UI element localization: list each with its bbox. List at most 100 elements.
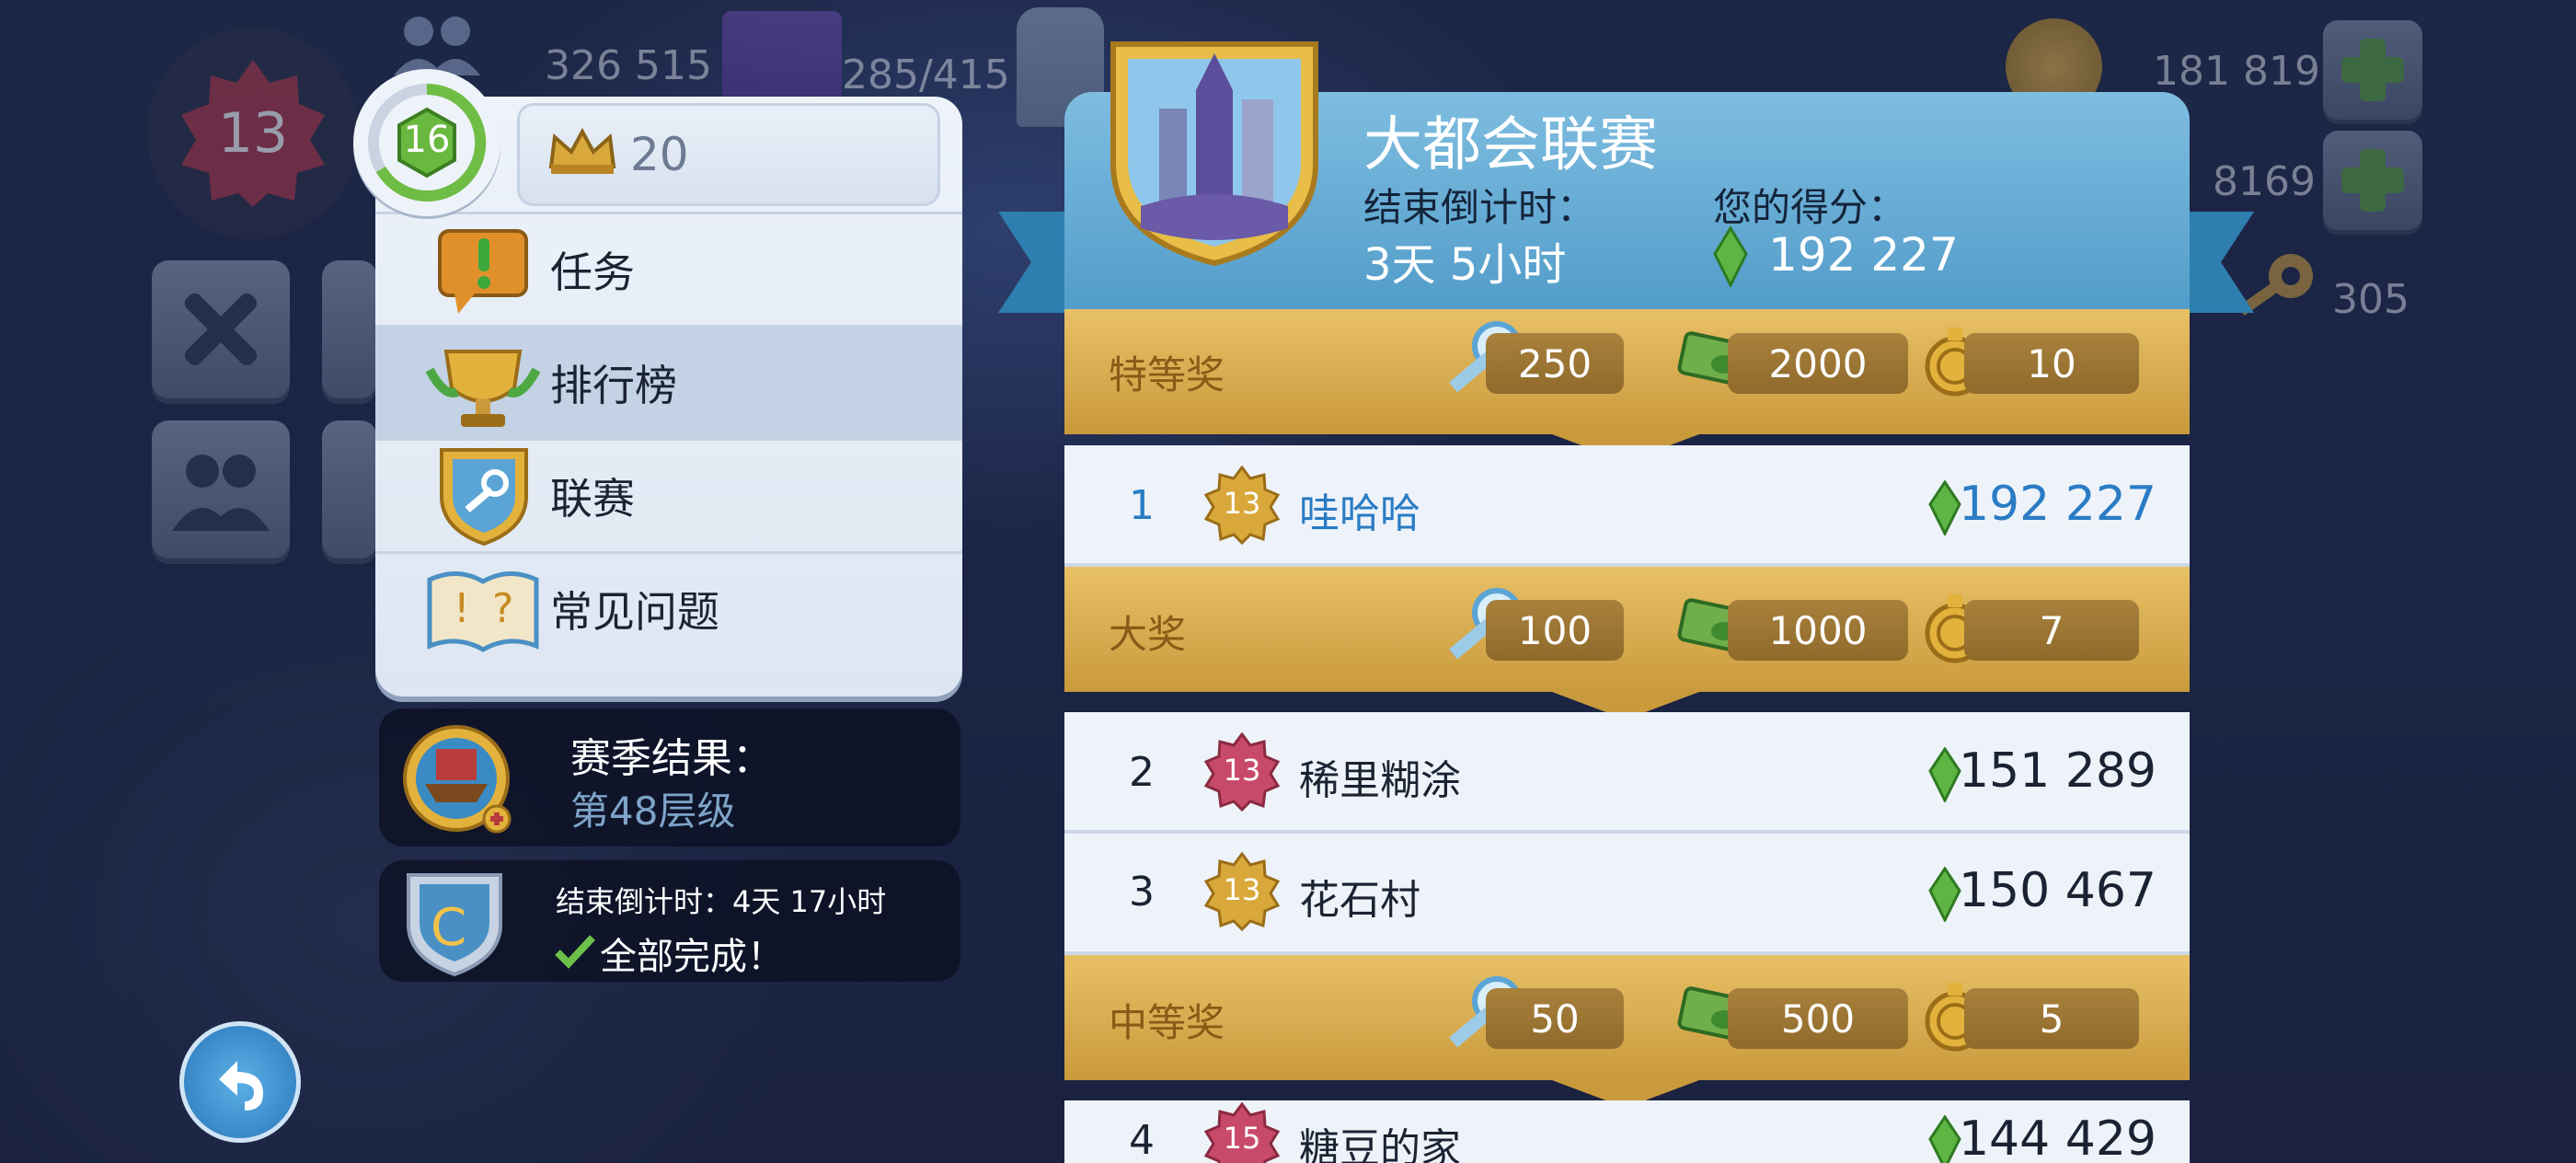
gem-icon — [1928, 867, 1961, 922]
row-rank: 1 — [1129, 482, 1155, 529]
season-results-title: 赛季结果： — [570, 735, 773, 782]
league-shield-icon — [440, 448, 528, 547]
golden-key-icon — [2226, 248, 2318, 331]
row-player-name: 稀里糊涂 — [1299, 757, 1461, 804]
row-level: 13 — [1223, 486, 1261, 521]
gem-icon — [1928, 1115, 1961, 1163]
trophy-icon — [426, 350, 540, 427]
task-status-card[interactable]: C 结束倒计时：4天 17小时 全部完成！ — [379, 860, 960, 982]
keys-reward-pill: 50 — [1486, 988, 1624, 1049]
gem-icon — [1928, 747, 1961, 802]
friends-button[interactable] — [152, 420, 290, 558]
leaderboard-row-me[interactable]: 1 13 哇哈哈 192 227 — [1064, 445, 2190, 567]
season-results-card[interactable]: 赛季结果： 第48层级 — [379, 708, 960, 846]
row-player-name: 糖豆的家 — [1299, 1125, 1461, 1163]
player-level-badge[interactable]: 16 — [353, 69, 500, 216]
row-level: 13 — [1223, 753, 1261, 788]
keys-value: 305 — [2332, 276, 2409, 323]
tokens-reward: 7 — [2039, 607, 2064, 653]
league-emblem — [1104, 35, 1325, 267]
green-checkmark-icon — [555, 935, 595, 969]
population-icon — [386, 13, 488, 77]
row-score: 151 289 — [1958, 743, 2156, 799]
crowns-value: 20 — [630, 128, 689, 181]
row-rank: 2 — [1129, 749, 1155, 796]
leaderboard-row[interactable]: 2 13 稀里糊涂 151 289 — [1064, 712, 2190, 834]
menu-item-quests[interactable]: 任务 — [375, 214, 962, 325]
menu-item-league[interactable]: 联赛 — [375, 441, 962, 551]
row-rank: 3 — [1129, 869, 1155, 915]
add-simoleons-button[interactable] — [2323, 20, 2422, 120]
add-simcash-button[interactable] — [2323, 131, 2422, 230]
keys-reward: 250 — [1517, 340, 1593, 386]
leaderboard-row[interactable]: 3 13 花石村 150 467 — [1064, 834, 2190, 955]
player-level: 16 — [403, 119, 451, 161]
prize-tier-name: 特等奖 — [1109, 352, 1225, 397]
svg-text:?: ? — [492, 585, 513, 632]
plus-icon — [2341, 39, 2404, 101]
score-label: 您的得分： — [1713, 185, 1907, 230]
tokens-reward: 5 — [2039, 996, 2064, 1042]
row-score: 192 227 — [1958, 477, 2156, 532]
countdown-label: 结束倒计时： — [1363, 185, 1596, 230]
row-level: 13 — [1223, 872, 1261, 907]
keys-reward: 100 — [1517, 607, 1593, 653]
club-shield-icon: C — [407, 873, 502, 977]
friends-icon — [172, 455, 270, 531]
crowns-box: 20 — [517, 103, 940, 206]
tools-button[interactable] — [152, 260, 290, 398]
cash-reward-pill: 500 — [1728, 988, 1908, 1049]
cash-reward: 1000 — [1768, 607, 1868, 653]
calendar-button[interactable] — [322, 260, 377, 398]
prize-tier-band: 大奖 100 1000 7 — [1064, 567, 2190, 720]
menu-item-label: 任务 — [550, 248, 635, 297]
faq-book-icon: ! ? — [427, 571, 539, 652]
row-level: 15 — [1223, 1121, 1261, 1156]
prize-tier-name: 大奖 — [1109, 612, 1187, 657]
crown-icon — [548, 127, 616, 174]
quest-speech-icon — [438, 229, 528, 314]
cash-reward: 500 — [1780, 996, 1856, 1042]
menu-item-label: 联赛 — [550, 474, 635, 524]
row-score: 144 429 — [1958, 1111, 2156, 1163]
menu-item-faq[interactable]: ! ? 常见问题 — [375, 554, 962, 664]
svg-text:C: C — [431, 898, 466, 958]
gem-icon — [1713, 226, 1748, 287]
gem-icon — [1928, 480, 1961, 535]
prize-tier-band: 特等奖 250 2000 10 — [1064, 309, 2190, 462]
season-tier: 第48层级 — [570, 789, 736, 834]
cash-reward-pill: 1000 — [1728, 600, 1908, 661]
keys-reward: 50 — [1530, 996, 1580, 1042]
city-level: 13 — [217, 101, 289, 166]
menu-item-label: 常见问题 — [550, 587, 719, 637]
row-score: 150 467 — [1958, 863, 2156, 918]
menu-item-leaderboard[interactable]: 排行榜 — [375, 328, 962, 438]
my-score-value: 192 227 — [1768, 228, 1959, 282]
task-status: 全部完成！ — [600, 936, 784, 978]
viking-ship-icon — [403, 725, 512, 834]
back-button[interactable] — [179, 1021, 301, 1143]
menu-item-label: 排行榜 — [550, 361, 677, 410]
simoleons-value: 181 819 — [2153, 48, 2320, 95]
cash-reward: 2000 — [1768, 340, 1868, 386]
controller-button[interactable] — [322, 420, 377, 558]
prize-tier-band: 中等奖 50 500 5 — [1064, 955, 2190, 1108]
leaderboard-row[interactable]: 4 15 糖豆的家 144 429 — [1064, 1100, 2190, 1163]
keys-reward-pill: 100 — [1486, 600, 1624, 661]
back-arrow-icon — [219, 1061, 263, 1111]
row-player-name: 哇哈哈 — [1299, 490, 1420, 537]
city-level-badge[interactable]: 13 — [147, 28, 359, 239]
task-countdown: 结束倒计时：4天 17小时 — [556, 884, 887, 919]
countdown-value: 3天 5小时 — [1363, 239, 1567, 291]
population-value: 326 515 — [545, 42, 712, 89]
tokens-reward-pill: 5 — [1964, 988, 2139, 1049]
metropolis-shield-icon — [1110, 41, 1318, 267]
prize-tier-name: 中等奖 — [1109, 1000, 1225, 1045]
storage-value: 285/415 — [842, 52, 1010, 98]
row-rank: 4 — [1129, 1117, 1155, 1163]
contest-title: 大都会联赛 — [1363, 111, 1658, 179]
keys-reward-pill: 250 — [1486, 333, 1624, 394]
simcash-value: 8169 — [2213, 158, 2316, 205]
tokens-reward-pill: 10 — [1964, 333, 2139, 394]
row-player-name: 花石村 — [1299, 877, 1420, 924]
